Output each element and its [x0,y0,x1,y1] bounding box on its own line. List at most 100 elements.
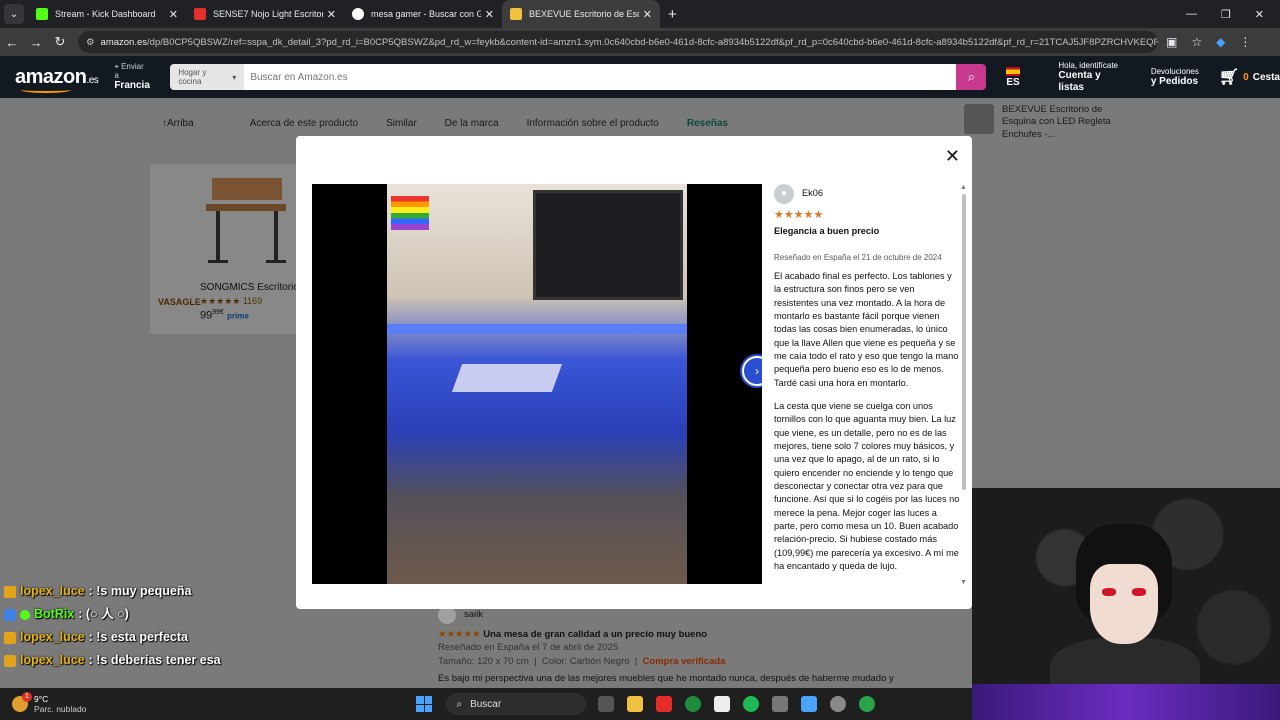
vtube-icon[interactable] [801,696,818,712]
logo-text: amazon [15,65,87,88]
obs-icon[interactable] [830,696,847,712]
reload-icon[interactable]: ↻ [48,34,72,50]
windows-start-icon[interactable] [416,696,433,712]
chrome-alt-icon[interactable] [859,696,876,712]
new-tab-icon[interactable]: + [668,6,677,23]
tab-sense7[interactable]: SENSE7 Nojo Light Escritorio Re ✕ [186,0,344,28]
weather-widget[interactable]: 1 9°C Parc. nublado [12,692,86,714]
avatar-icon: ● [774,184,794,204]
subnav-product-title: BEXEVUE Escritorio de Esquina con LED Re… [1002,104,1111,140]
deliver-to[interactable]: ⌖ Enviar a Francia [114,62,150,91]
subnav-item-about[interactable]: Acerca de este producto [250,118,358,129]
tab-close-icon[interactable]: ✕ [327,8,336,21]
rating-count: 1169 [242,296,263,306]
monitor-shape [533,190,683,300]
product-thumbnail [964,104,994,134]
tab-close-icon[interactable]: ✕ [485,8,494,21]
keyboard-shape [451,364,563,392]
product-card[interactable]: VASAGLE SONGMICS Escritorio ★★★★★ 1169 9… [150,164,300,334]
next-image-button[interactable]: › [742,356,762,386]
returns-label: Devoluciones [1150,66,1199,76]
chat-text: : !s deberías tener esa [88,653,221,667]
modal-close-icon[interactable]: ✕ [945,146,960,167]
review-photo[interactable]: › [312,184,762,584]
tab-close-icon[interactable]: ✕ [169,8,178,21]
subnav-item-top[interactable]: ↑Arriba [162,118,222,129]
weather-badge: 1 [22,692,32,702]
tab-google-search[interactable]: mesa gamer - Buscar con Goog ✕ [344,0,502,28]
bg-review-username: saiik [464,609,484,621]
review-paragraph: La cesta que viene se cuelga con unos to… [774,400,960,572]
product-title[interactable]: SONGMICS Escritorio [200,282,299,293]
forward-icon[interactable]: → [24,35,48,50]
tab-close-icon[interactable]: ✕ [643,8,652,21]
tab-title: SENSE7 Nojo Light Escritorio Re [213,9,323,19]
chat-username: lopex_luce [20,584,85,598]
spain-flag-icon [1006,66,1021,76]
browser-toolbar: ← → ↻ ⚙ amazon.es/dp/B0CP5QBSWZ/ref=sspa… [0,28,1280,56]
purple-glow [972,684,1280,720]
bg-review-variant: Tamaño: 120 x 70 cm | Color: Carbón Negr… [438,655,726,667]
subnav-item-brand[interactable]: De la marca [445,118,499,129]
address-bar[interactable]: ⚙ amazon.es/dp/B0CP5QBSWZ/ref=sspa_dk_de… [78,31,1158,53]
chat-text: : !s muy pequeña [88,584,192,598]
taskbar-search-label: Buscar [470,698,502,710]
bookmark-star-icon[interactable]: ☆ [1191,35,1202,49]
chevron-right-icon: › [755,364,759,378]
subnav-item-product-info[interactable]: Información sobre el producto [527,118,659,129]
review-scrollbar[interactable]: ▲ ▼ [960,184,967,586]
tab-amazon-bexevue[interactable]: BEXEVUE Escritorio de Esquina ✕ [502,0,660,28]
tiktok-icon[interactable] [714,696,731,712]
tab-search-menu-icon[interactable]: ⌄ [4,4,24,24]
taskbar-search[interactable]: ⌕ Buscar [446,693,587,715]
amazon-logo[interactable]: amazon.es [15,65,99,93]
account-lists[interactable]: Hola, identifícate Cuenta y listas [1058,61,1128,93]
led-shelf-shape [387,324,687,334]
subnav-label: Arriba [167,117,194,129]
file-explorer-icon[interactable] [627,696,644,712]
minimize-icon[interactable]: — [1186,8,1197,21]
tab-kick-dashboard[interactable]: Stream - Kick Dashboard ✕ [28,0,186,28]
scroll-thumb[interactable] [962,194,966,490]
maximize-icon[interactable]: ❐ [1221,8,1231,21]
subscriber-badge-icon [4,654,16,667]
site-info-icon[interactable]: ⚙ [86,37,95,48]
subnav-item-similar[interactable]: Similar [386,118,417,129]
language-selector[interactable]: ES [1006,66,1036,88]
rainbow-flag-shape [391,196,429,230]
returns-orders[interactable]: Devoluciones y Pedidos [1151,67,1199,88]
subnav-product[interactable]: BEXEVUE Escritorio de Esquina con LED Re… [964,104,1154,141]
screenshot-icon[interactable]: ▣ [1166,35,1177,49]
window-close-icon[interactable]: ✕ [1255,8,1264,21]
bg-review-size: Tamaño: 120 x 70 cm [438,655,529,667]
task-view-icon[interactable] [598,696,615,712]
cart-count: 0 [1243,71,1249,83]
verified-badge: Compra verificada [642,655,726,667]
chat-text: : (○ 人 ○) [78,607,129,621]
cart-button[interactable]: 🛒︎ 0 Cesta [1219,67,1280,87]
subnav-item-reviews[interactable]: Reseñas [687,118,728,129]
cart-icon: 🛒︎ [1218,69,1240,86]
youtube-icon[interactable] [656,696,673,712]
browser-menu-icon[interactable]: ⋮ [1239,35,1251,49]
product-rating: ★★★★★ 1169 [200,296,262,307]
search-category-dropdown[interactable]: Hogar y cocina ▾ [170,64,245,90]
weather-icon: 1 [12,692,32,712]
weather-text: 9°C Parc. nublado [34,694,86,714]
search-input[interactable] [244,64,957,90]
scroll-up-icon[interactable]: ▲ [960,184,967,191]
stream-chat-overlay: lopex_luce : !s muy pequeña BotRix : (○ … [4,580,221,672]
review-paragraph: El acabado final es perfecto. Los tablon… [774,270,959,388]
back-icon[interactable]: ← [0,35,24,50]
chrome-icon[interactable] [685,696,702,712]
search-button[interactable]: ⌕ [956,64,987,90]
window-controls: — ❐ ✕ [1186,8,1264,21]
spotify-icon[interactable] [743,696,760,712]
scroll-down-icon[interactable]: ▼ [960,579,967,586]
review-user: ● Ek06 [774,184,960,204]
extension-icon[interactable]: ◆ [1216,35,1225,49]
amazon-favicon-icon [510,8,522,20]
chat-username: BotRix [34,607,75,621]
chat-text: : !s esta perfecta [88,630,188,644]
app-icon[interactable] [772,696,789,712]
